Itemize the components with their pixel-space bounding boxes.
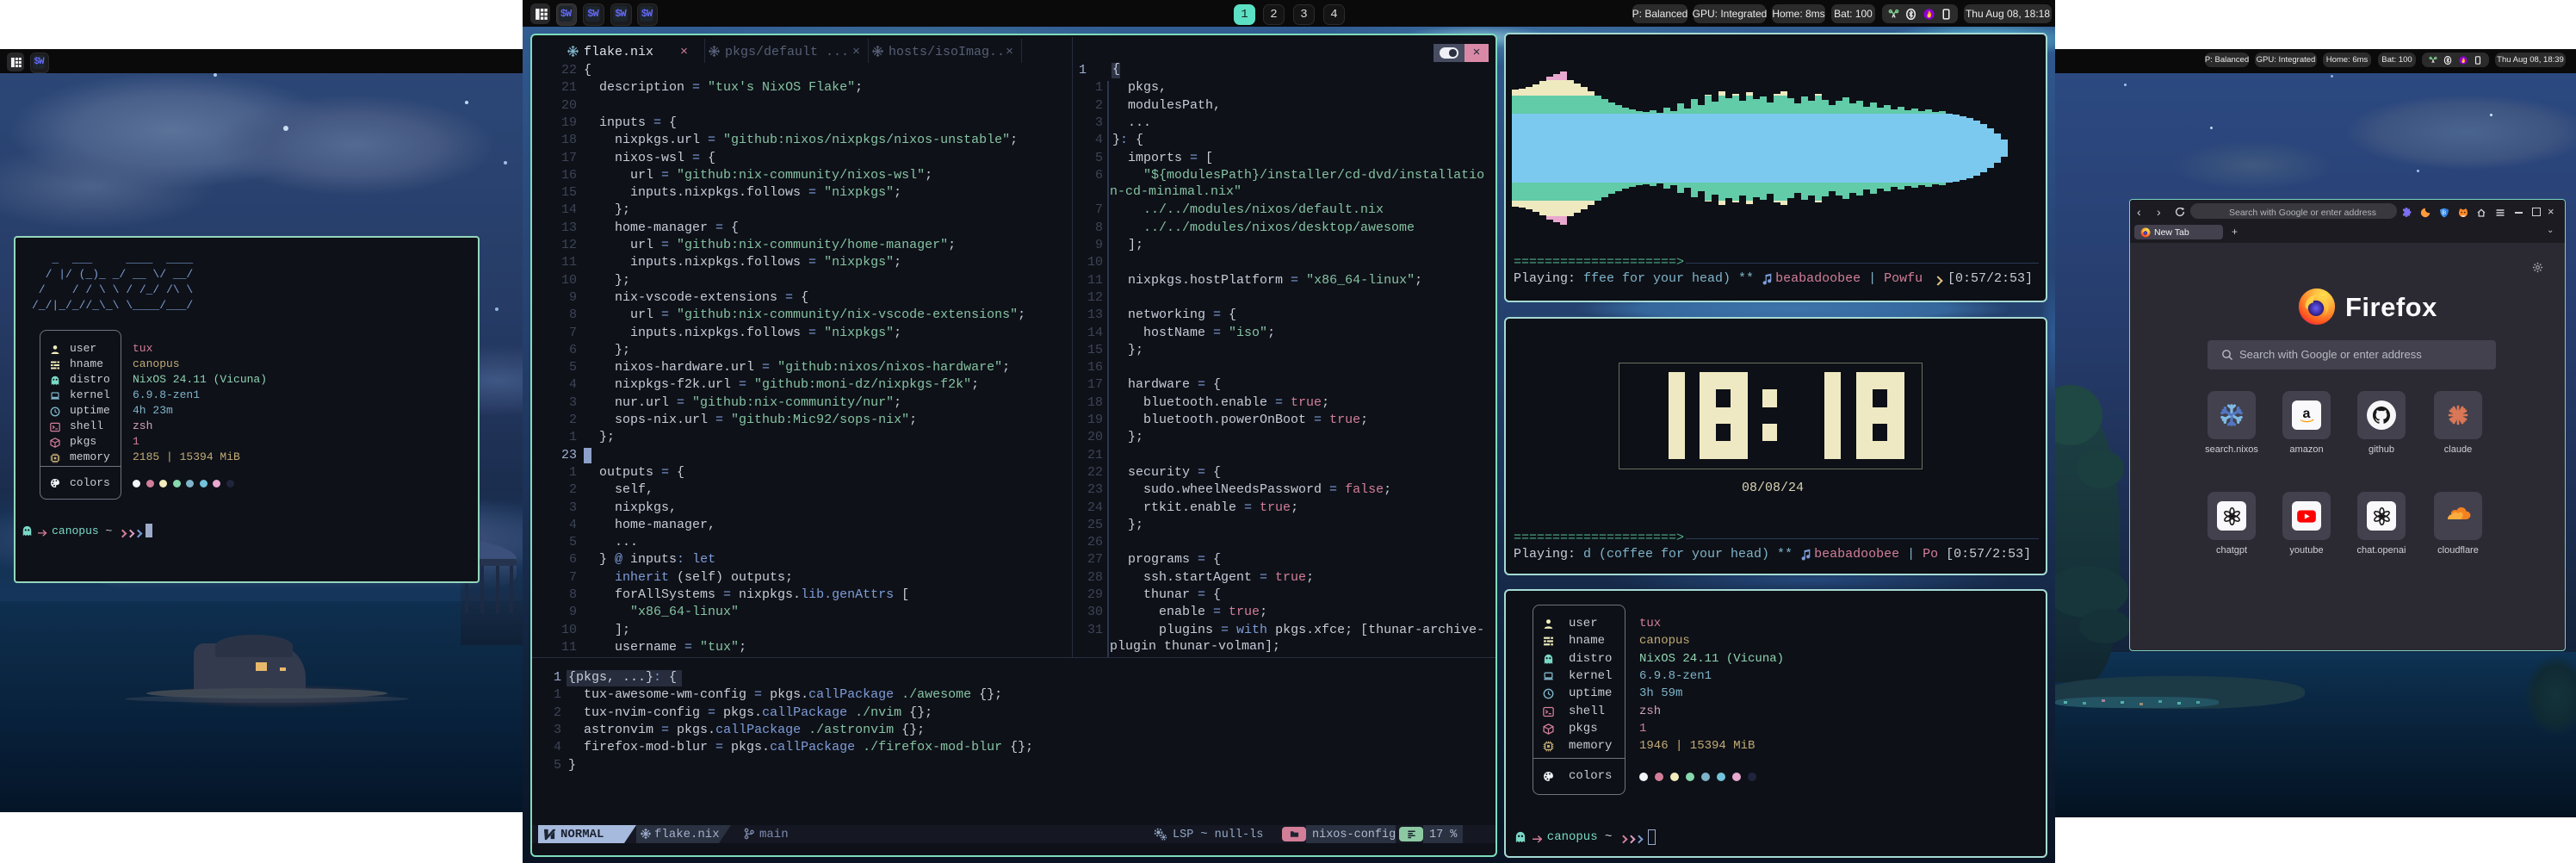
svg-text:a: a [2303, 407, 2311, 421]
svg-text:B: B [2443, 210, 2446, 216]
